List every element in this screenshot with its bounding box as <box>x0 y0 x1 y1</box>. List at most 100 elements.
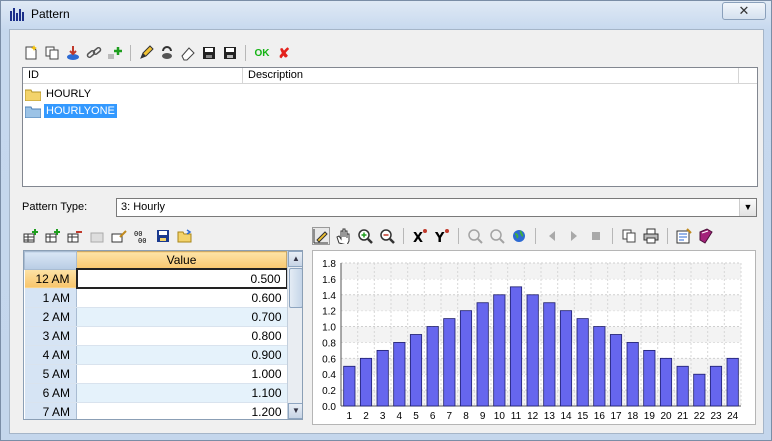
chart-bar <box>693 373 706 407</box>
stop-button[interactable] <box>587 227 605 245</box>
column-id[interactable]: ID <box>23 68 243 83</box>
zoom-fit-button[interactable] <box>466 227 484 245</box>
pattern-grid[interactable]: Value 12 AM 0.500 1 AM 0.600 2 AM 0.700 3 A… <box>23 250 303 420</box>
cancel-icon: ✘ <box>278 44 290 61</box>
x-axis-button[interactable]: X <box>411 227 429 245</box>
row-header[interactable]: 12 AM <box>24 269 77 289</box>
chart-properties-button[interactable] <box>675 227 693 245</box>
next-button[interactable] <box>565 227 583 245</box>
x-tick-label: 5 <box>413 411 419 422</box>
value-cell[interactable]: 1.100 <box>76 383 287 403</box>
zoom-reset-button[interactable] <box>488 227 506 245</box>
row-header[interactable]: 5 AM <box>24 364 77 384</box>
y-tick-label: 0.8 <box>322 338 336 349</box>
save-as-button[interactable] <box>221 44 239 62</box>
save-as-icon <box>224 47 236 59</box>
x-tick-label: 16 <box>594 411 606 422</box>
delete-row-button[interactable] <box>66 227 84 245</box>
table-row[interactable]: 3 AM 0.800 <box>24 326 287 346</box>
toolbar-separator <box>403 228 404 244</box>
value-cell[interactable]: 0.600 <box>76 288 287 308</box>
table-row[interactable]: 4 AM 0.900 <box>24 345 287 365</box>
print-button[interactable] <box>642 227 660 245</box>
chart-bar <box>409 334 423 407</box>
new-pattern-button[interactable] <box>22 44 40 62</box>
grid-open-button[interactable] <box>176 227 194 245</box>
pattern-type-select[interactable]: 3: Hourly ▼ <box>116 198 757 217</box>
table-row[interactable]: 12 AM 0.500 <box>24 268 288 289</box>
erase-button[interactable] <box>179 44 197 62</box>
insert-row-button[interactable] <box>22 227 40 245</box>
edit-button[interactable] <box>137 44 155 62</box>
table-row[interactable]: 5 AM 1.000 <box>24 364 287 384</box>
cancel-button[interactable]: ✘ <box>275 44 293 62</box>
row-header[interactable]: 3 AM <box>24 326 77 346</box>
link-icon <box>86 46 102 59</box>
value-cell[interactable]: 0.800 <box>76 326 287 346</box>
chart-bar <box>576 318 589 407</box>
value-cell[interactable]: 0.900 <box>76 345 287 365</box>
grid-scrollbar[interactable]: ▲ ▼ <box>287 251 302 419</box>
row-header[interactable]: 4 AM <box>24 345 77 365</box>
x-tick-label: 19 <box>644 411 656 422</box>
row-header[interactable]: 2 AM <box>24 307 77 327</box>
chart-bar <box>493 294 506 407</box>
zoom-out-button[interactable] <box>378 227 396 245</box>
chevron-down-icon[interactable]: ▼ <box>739 199 756 216</box>
value-cell[interactable]: 0.700 <box>76 307 287 327</box>
close-button[interactable]: ✕ <box>722 2 766 20</box>
row-header[interactable]: 6 AM <box>24 383 77 403</box>
link-button[interactable] <box>85 44 103 62</box>
value-cell[interactable]: 1.000 <box>76 364 287 384</box>
chart-copy-button[interactable] <box>620 227 638 245</box>
import-button[interactable] <box>64 44 82 62</box>
previous-button[interactable] <box>543 227 561 245</box>
table-row[interactable]: 7 AM 1.200 <box>24 402 287 419</box>
folder-open-icon <box>25 106 41 118</box>
ok-button[interactable]: OK <box>252 44 272 62</box>
y-tick-label: 1.4 <box>322 291 336 302</box>
clear-button[interactable] <box>88 227 106 245</box>
y-axis-button[interactable]: Y <box>433 227 451 245</box>
grid-save-button[interactable] <box>154 227 172 245</box>
add-pattern-button[interactable] <box>106 44 124 62</box>
x-tick-label: 24 <box>727 411 739 422</box>
scroll-down-icon[interactable]: ▼ <box>288 403 302 419</box>
scroll-thumb[interactable] <box>289 268 302 308</box>
number-format-button[interactable]: 00 00 <box>132 227 150 245</box>
chart-bar <box>543 302 556 407</box>
edit-icon <box>140 45 154 59</box>
save-button[interactable] <box>200 44 218 62</box>
chart-bar <box>593 326 606 407</box>
table-row[interactable]: 2 AM 0.700 <box>24 307 287 327</box>
edit-grid-button[interactable] <box>110 227 128 245</box>
value-column-header[interactable]: Value <box>76 251 287 270</box>
column-description[interactable]: Description <box>243 68 739 83</box>
chart-help-button[interactable] <box>697 227 715 245</box>
x-tick-label: 11 <box>511 411 522 422</box>
toolbar-separator <box>130 45 131 61</box>
table-row[interactable]: 6 AM 1.100 <box>24 383 287 403</box>
value-cell[interactable]: 0.500 <box>75 268 288 289</box>
table-row[interactable]: 1 AM 0.600 <box>24 288 287 308</box>
list-item[interactable]: HOURLY <box>25 86 93 102</box>
value-cell[interactable]: 1.200 <box>76 402 287 419</box>
row-header[interactable]: 1 AM <box>24 288 77 308</box>
row-header[interactable]: 7 AM <box>24 402 77 419</box>
chart-edit-button[interactable] <box>312 227 330 245</box>
scroll-up-icon[interactable]: ▲ <box>288 251 302 267</box>
chart-edit-icon <box>313 229 328 244</box>
copy-pattern-button[interactable] <box>43 44 61 62</box>
title-bar[interactable]: Pattern ✕ <box>1 1 771 27</box>
chart-bar <box>359 357 373 407</box>
grid-corner[interactable] <box>24 251 77 270</box>
triangle-left-icon <box>549 231 555 241</box>
svg-text:X: X <box>413 231 423 244</box>
list-item-selected[interactable]: HOURLYONE <box>25 103 117 119</box>
zoom-in-button[interactable] <box>356 227 374 245</box>
refresh-button[interactable] <box>158 44 176 62</box>
pan-button[interactable] <box>334 227 352 245</box>
pattern-list[interactable]: ID Description HOURLY HOURLYONE <box>22 67 758 187</box>
globe-button[interactable] <box>510 227 528 245</box>
append-row-button[interactable] <box>44 227 62 245</box>
